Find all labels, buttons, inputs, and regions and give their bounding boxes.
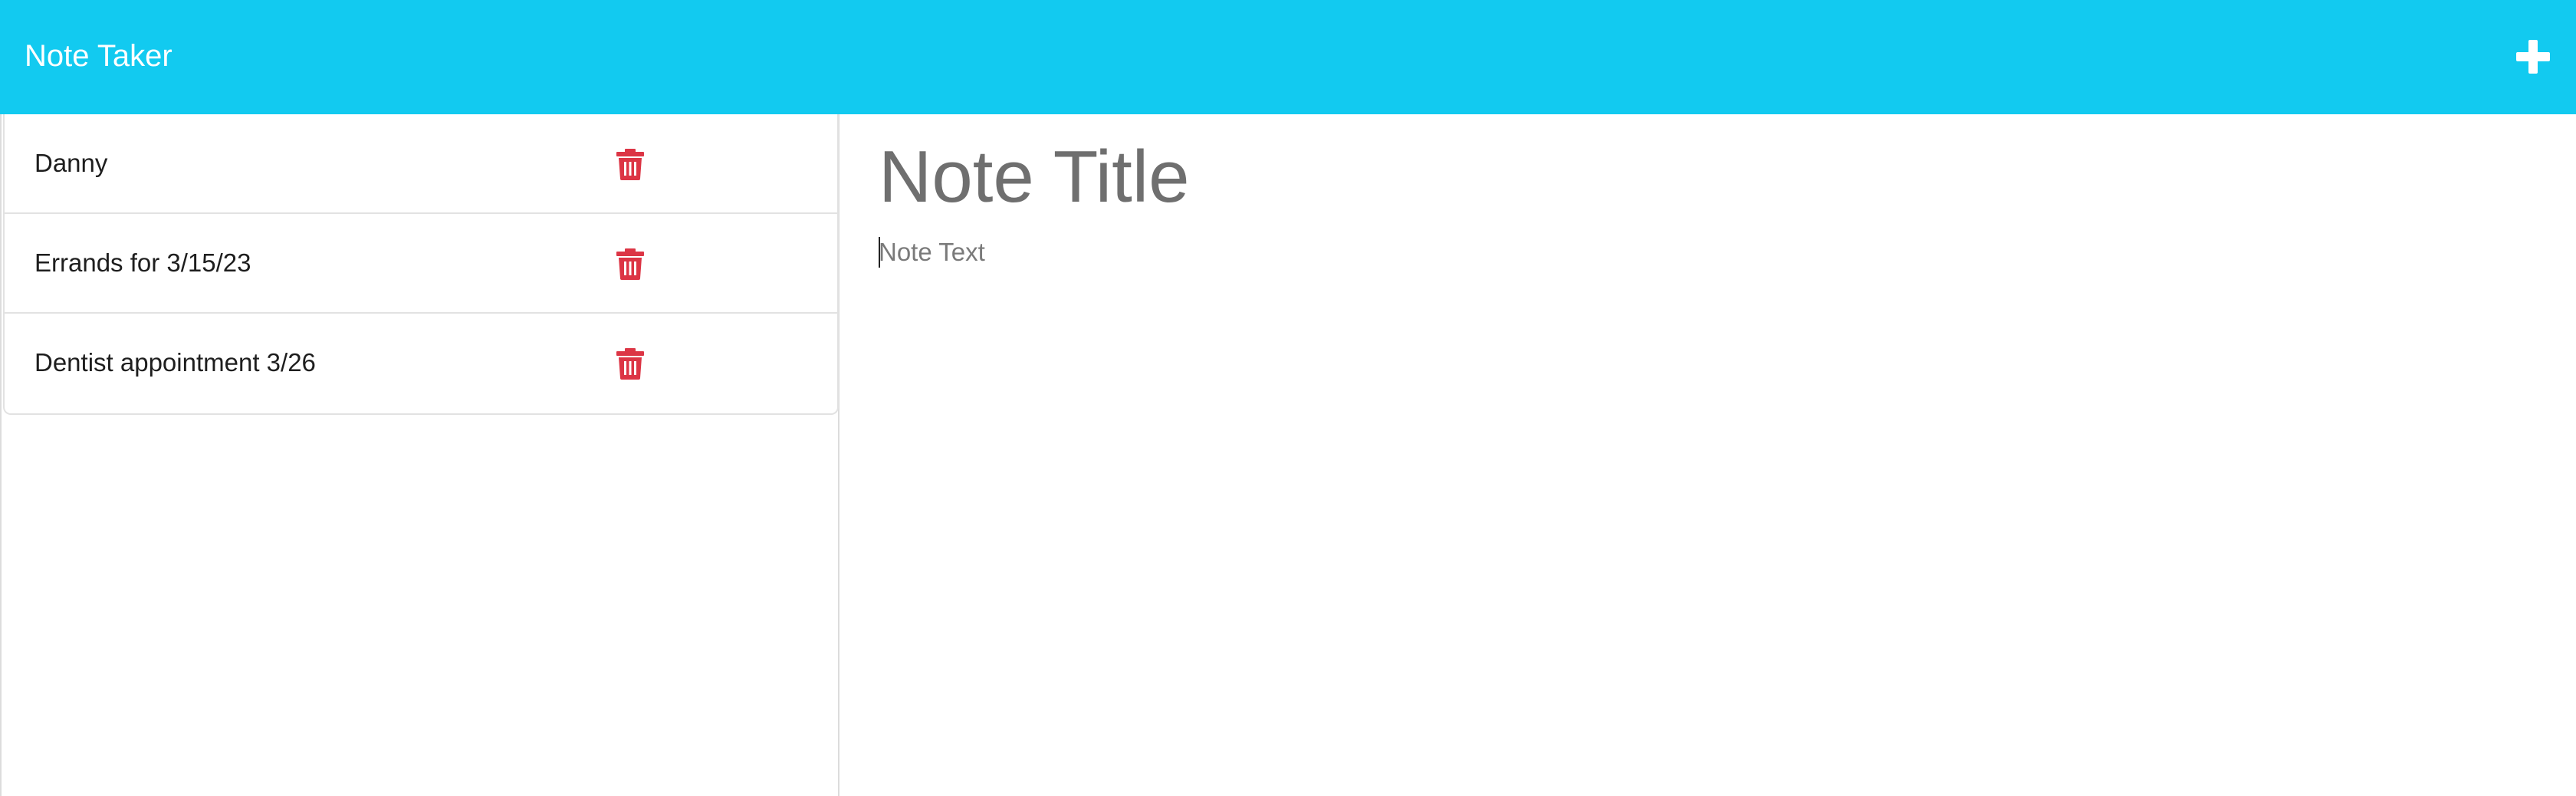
note-editor [842, 114, 2576, 796]
notes-sidebar: Danny Errands for 3/15/23 Dentist appoin… [0, 114, 840, 796]
delete-note-button[interactable] [615, 148, 646, 180]
list-item[interactable]: Errands for 3/15/23 [5, 214, 837, 314]
new-note-button[interactable] [2505, 29, 2561, 84]
navbar: Note Taker [0, 0, 2576, 114]
plus-icon [2516, 40, 2550, 74]
note-item-title[interactable]: Errands for 3/15/23 [34, 246, 251, 280]
note-item-title[interactable]: Danny [34, 146, 107, 180]
note-list: Danny Errands for 3/15/23 Dentist appoin… [3, 114, 839, 415]
trash-icon [616, 348, 644, 380]
brand-title[interactable]: Note Taker [25, 37, 172, 75]
delete-note-button[interactable] [615, 347, 646, 380]
note-title-input[interactable] [879, 131, 2489, 223]
text-cursor [879, 237, 880, 268]
delete-note-button[interactable] [615, 248, 646, 280]
trash-icon [616, 149, 644, 180]
trash-icon [616, 248, 644, 280]
list-item[interactable]: Dentist appointment 3/26 [5, 314, 837, 413]
note-text-input[interactable] [879, 235, 2489, 696]
list-item[interactable]: Danny [5, 114, 837, 214]
note-item-title[interactable]: Dentist appointment 3/26 [34, 346, 316, 380]
